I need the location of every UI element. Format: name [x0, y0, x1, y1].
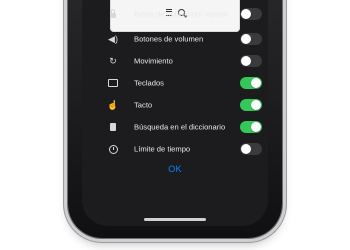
- option-label: Tacto: [134, 100, 153, 110]
- option-label: Teclados: [134, 78, 164, 88]
- guided-access-options: Botón de activación/ reposo ◀) Botones d…: [82, 0, 268, 160]
- option-label: Búsqueda en el diccionario: [134, 122, 226, 132]
- option-row-volume: ◀) Botones de volumen: [82, 28, 268, 50]
- home-indicator: [144, 218, 206, 221]
- option-label: Botones de volumen: [134, 34, 204, 44]
- option-row-touch: ☝ Tacto: [82, 94, 268, 116]
- toggle-keyboards[interactable]: [240, 77, 262, 89]
- toggle-dictionary[interactable]: [240, 121, 262, 133]
- option-row-motion: ↻ Movimiento: [82, 50, 268, 72]
- toggle-time-limit[interactable]: [240, 143, 262, 155]
- hand-icon: ☝: [107, 100, 119, 110]
- ok-button[interactable]: OK: [82, 164, 268, 174]
- book-icon: [108, 122, 118, 132]
- stage: Botón de activación/ reposo ◀) Botones d…: [0, 0, 350, 250]
- toggle-volume[interactable]: [240, 33, 262, 45]
- phone-screen: Botón de activación/ reposo ◀) Botones d…: [82, 0, 268, 226]
- volume-icon: ◀): [108, 34, 118, 44]
- toggle-motion[interactable]: [240, 55, 262, 67]
- option-row-time-limit: Límite de tiempo: [82, 138, 268, 160]
- phone-frame: Botón de activación/ reposo ◀) Botones d…: [68, 0, 282, 238]
- lock-icon: [108, 9, 118, 19]
- option-label: Botón de activación/ reposo: [134, 9, 228, 19]
- clock-icon: [108, 144, 118, 154]
- option-label: Límite de tiempo: [134, 144, 191, 154]
- toggle-touch[interactable]: [240, 99, 262, 111]
- option-row-keyboards: Teclados: [82, 72, 268, 94]
- toggle-sleep-wake[interactable]: [240, 8, 262, 20]
- keyboard-icon: [108, 78, 118, 88]
- option-row-dictionary: Búsqueda en el diccionario: [82, 116, 268, 138]
- option-label: Movimiento: [134, 56, 173, 66]
- option-row-sleep-wake: Botón de activación/ reposo: [82, 0, 268, 28]
- rotate-icon: ↻: [109, 56, 117, 66]
